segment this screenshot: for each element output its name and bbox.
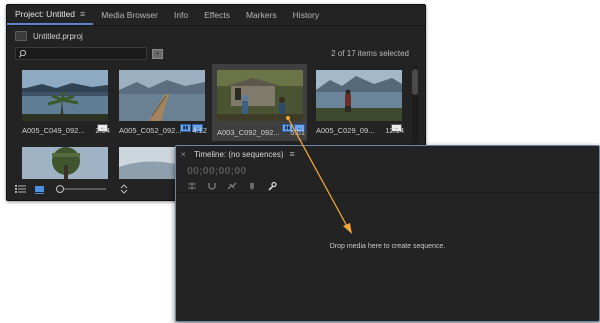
linked-selection-icon[interactable]	[227, 181, 237, 191]
scrollbar-thumb[interactable]	[412, 69, 418, 95]
search-row: ▪ 2 of 17 items selected	[15, 47, 417, 60]
clip-label: A005_C049_092... 2:04	[22, 126, 110, 136]
timeline-header: × Timeline: (no sequences) ≡	[176, 146, 599, 162]
clip-duration: 12:14	[385, 126, 404, 135]
sort-icon[interactable]	[120, 184, 128, 194]
menu-icon[interactable]: ≡	[80, 9, 85, 19]
new-bin-icon[interactable]: ▪	[152, 48, 163, 59]
clip-thumbnail[interactable]	[17, 143, 112, 179]
clip-label: A003_C092_092... 5:01	[217, 128, 305, 138]
tab-label: Info	[173, 10, 189, 20]
clip-label: A005_C052_092... 4:12	[119, 126, 207, 136]
add-marker-icon[interactable]	[247, 181, 257, 191]
timeline-panel: × Timeline: (no sequences) ≡ 00;00;00;00…	[175, 145, 600, 322]
project-tab-bar: Project: Untitled ≡ Media Browser Info E…	[7, 5, 425, 26]
search-box[interactable]	[15, 47, 147, 60]
clip-thumbnail[interactable]: ↔ A005_C049_092... 2:04	[17, 66, 112, 139]
clip-name: A005_C049_092...	[22, 126, 85, 135]
tab-project-label: Project: Untitled	[15, 9, 75, 19]
project-file-row: Untitled.prproj	[15, 29, 83, 43]
clip-thumbnail[interactable]: ▮▮ ↔ A005_C052_092... 4:12	[114, 66, 209, 139]
tab-markers[interactable]: Markers	[238, 5, 285, 25]
close-icon[interactable]: ×	[181, 150, 191, 159]
zoom-slider-knob[interactable]	[56, 185, 64, 193]
clip-duration: 2:04	[95, 126, 110, 135]
timeline-toolbar	[187, 181, 287, 191]
tab-label: Media Browser	[101, 10, 158, 20]
tab-project[interactable]: Project: Untitled ≡	[7, 5, 94, 25]
tab-info[interactable]: Info	[166, 5, 196, 25]
clip-preview-image	[22, 70, 108, 121]
menu-icon[interactable]: ≡	[290, 149, 295, 159]
timeline-title: Timeline: (no sequences)	[194, 149, 284, 159]
clip-thumbnail-selected[interactable]: ▮▮ ↔ A003_C092_092... 5:01	[212, 64, 307, 141]
clip-label: A005_C029_09... 12:14	[316, 126, 404, 136]
clip-duration: 4:12	[192, 126, 207, 135]
clip-preview-image	[22, 147, 108, 179]
wrench-icon[interactable]	[267, 181, 277, 191]
tab-effects[interactable]: Effects	[196, 5, 238, 25]
items-selected-count: 2 of 17 items selected	[331, 49, 409, 58]
clip-name: A005_C052_092...	[119, 126, 182, 135]
clip-preview-image	[217, 70, 303, 121]
search-icon	[19, 49, 27, 58]
clip-thumbnail[interactable]: ↔ A005_C029_09... 12:14	[311, 66, 406, 139]
tab-label: History	[292, 10, 320, 20]
timecode-display[interactable]: 00;00;00;00	[187, 165, 246, 177]
project-file-icon	[15, 31, 27, 41]
tab-label: Effects	[204, 10, 230, 20]
tab-history[interactable]: History	[285, 5, 327, 25]
tab-media-browser[interactable]: Media Browser	[93, 5, 166, 25]
snap-icon[interactable]	[207, 181, 217, 191]
nest-icon[interactable]	[187, 181, 197, 191]
timeline-divider	[176, 192, 599, 193]
clip-name: A005_C029_09...	[316, 126, 375, 135]
tab-label: Markers	[245, 10, 277, 20]
project-file-name: Untitled.prproj	[33, 31, 83, 41]
search-input[interactable]	[30, 48, 142, 59]
zoom-slider[interactable]	[56, 184, 106, 194]
clip-name: A003_C092_092...	[217, 128, 280, 137]
icon-view-icon[interactable]	[34, 184, 45, 194]
clip-duration: 5:01	[290, 128, 305, 137]
list-view-icon[interactable]	[15, 184, 26, 194]
clip-preview-image	[119, 70, 205, 121]
clip-preview-image	[316, 70, 402, 121]
drop-media-message: Drop media here to create sequence.	[329, 243, 446, 250]
